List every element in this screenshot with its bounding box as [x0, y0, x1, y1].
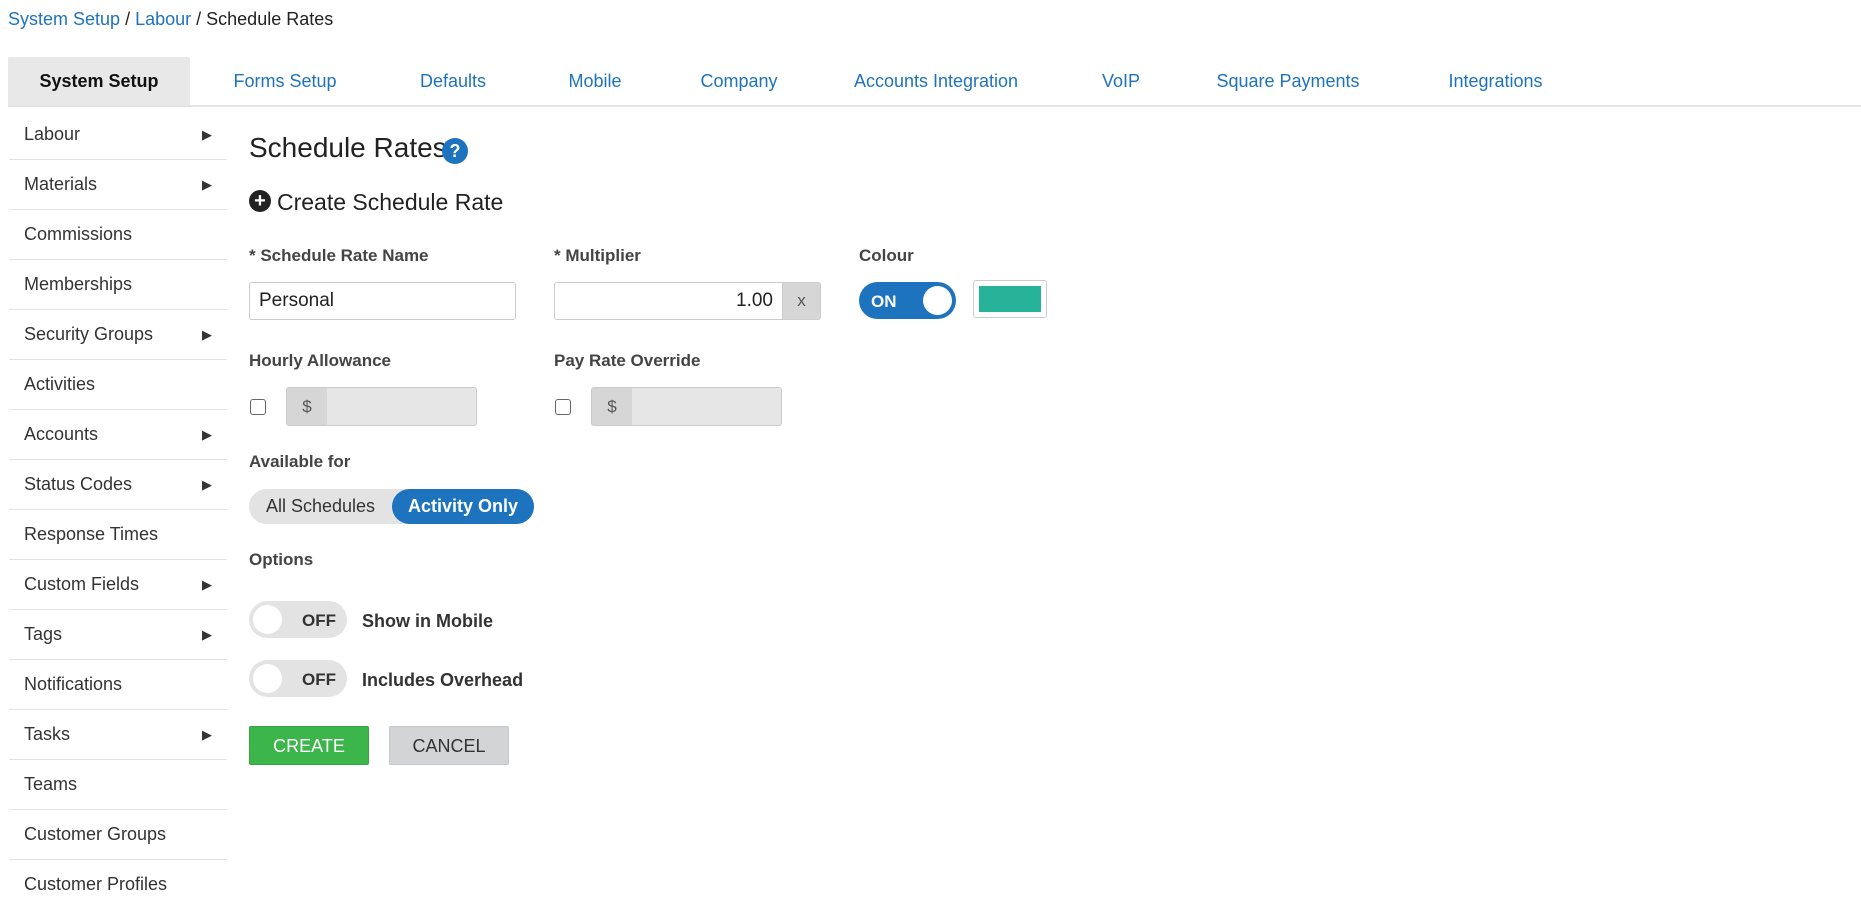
sidebar-item-customer-groups[interactable]: Customer Groups — [9, 810, 227, 860]
breadcrumb-current: Schedule Rates — [206, 9, 334, 29]
sidebar-item-memberships[interactable]: Memberships — [9, 260, 227, 310]
breadcrumb: System Setup / Labour / Schedule Rates — [8, 9, 333, 30]
sidebar-item-label: Accounts — [24, 424, 99, 444]
plus-circle-icon[interactable]: + — [249, 190, 271, 212]
sidebar-item-commissions[interactable]: Commissions — [9, 210, 227, 260]
tab-company[interactable]: Company — [690, 57, 788, 105]
tab-accounts-integration[interactable]: Accounts Integration — [846, 57, 1026, 105]
toggle-knob — [253, 664, 282, 693]
sidebar-item-label: Customer Profiles — [24, 874, 168, 894]
caret-right-icon: ▶ — [202, 477, 212, 492]
toggle-knob — [253, 605, 282, 634]
sidebar-item-label: Customer Groups — [24, 824, 167, 844]
option-all-schedules[interactable]: All Schedules — [249, 489, 392, 524]
colour-picker[interactable] — [973, 280, 1047, 318]
tab-system-setup[interactable]: System Setup — [8, 57, 190, 105]
show-in-mobile-label: Show in Mobile — [362, 611, 493, 631]
sidebar-item-label: Labour — [24, 124, 81, 144]
tab-defaults[interactable]: Defaults — [409, 57, 497, 105]
sidebar-item-status-codes[interactable]: Status Codes ▶ — [9, 460, 227, 510]
sidebar-item-teams[interactable]: Teams — [9, 760, 227, 810]
schedule-rate-name-label: * Schedule Rate Name — [249, 246, 429, 265]
breadcrumb-separator: / — [196, 9, 202, 29]
caret-right-icon: ▶ — [202, 627, 212, 642]
sidebar-item-label: Security Groups — [24, 324, 154, 344]
sidebar-item-label: Tasks — [24, 724, 71, 744]
hourly-allowance-label: Hourly Allowance — [249, 351, 392, 370]
colour-swatch — [979, 286, 1041, 312]
show-in-mobile-toggle[interactable]: OFF — [249, 601, 347, 638]
multiplier-addon: x — [782, 282, 821, 320]
sidebar: Labour ▶ Materials ▶ Commissions Membershi… — [9, 110, 227, 909]
sidebar-item-accounts[interactable]: Accounts ▶ — [9, 410, 227, 460]
sidebar-item-label: Custom Fields — [24, 574, 140, 594]
caret-right-icon: ▶ — [202, 427, 212, 442]
sidebar-item-activities[interactable]: Activities — [9, 360, 227, 410]
cancel-button[interactable]: CANCEL — [389, 726, 509, 765]
includes-overhead-label: Includes Overhead — [362, 670, 524, 690]
pay-rate-override-input — [632, 387, 782, 426]
toggle-knob — [923, 286, 952, 315]
available-for-label: Available for — [249, 452, 351, 471]
sidebar-item-custom-fields[interactable]: Custom Fields ▶ — [9, 560, 227, 610]
create-schedule-rate-heading[interactable]: Create Schedule Rate — [277, 189, 503, 216]
colour-toggle[interactable]: ON — [859, 282, 956, 319]
sidebar-item-materials[interactable]: Materials ▶ — [9, 160, 227, 210]
help-icon[interactable]: ? — [442, 138, 468, 164]
dollar-addon: $ — [286, 387, 328, 426]
toggle-state-label: ON — [871, 292, 897, 311]
tab-mobile[interactable]: Mobile — [555, 57, 635, 105]
available-for-segmented-control: All Schedules Activity Only — [249, 489, 534, 524]
sidebar-item-label: Teams — [24, 774, 78, 794]
schedule-rate-name-input[interactable] — [249, 282, 516, 320]
top-tabs: System Setup Forms Setup Defaults Mobile… — [8, 57, 1861, 107]
tab-square-payments[interactable]: Square Payments — [1208, 57, 1368, 105]
option-activity-only[interactable]: Activity Only — [392, 489, 534, 524]
caret-right-icon: ▶ — [202, 577, 212, 592]
multiplier-label: * Multiplier — [554, 246, 641, 265]
caret-right-icon: ▶ — [202, 327, 212, 342]
toggle-state-label: OFF — [302, 611, 336, 630]
sidebar-item-security-groups[interactable]: Security Groups ▶ — [9, 310, 227, 360]
sidebar-item-label: Activities — [24, 374, 96, 394]
sidebar-item-labour[interactable]: Labour ▶ — [9, 110, 227, 160]
caret-right-icon: ▶ — [202, 727, 212, 742]
sidebar-item-label: Commissions — [24, 224, 133, 244]
create-button[interactable]: CREATE — [249, 726, 369, 765]
caret-right-icon: ▶ — [202, 127, 212, 142]
tab-forms-setup[interactable]: Forms Setup — [220, 57, 350, 105]
sidebar-item-label: Status Codes — [24, 474, 133, 494]
sidebar-item-label: Materials — [24, 174, 98, 194]
caret-right-icon: ▶ — [202, 177, 212, 192]
sidebar-item-customer-profiles[interactable]: Customer Profiles — [9, 860, 227, 909]
toggle-state-label: OFF — [302, 670, 336, 689]
breadcrumb-system-setup[interactable]: System Setup — [8, 9, 120, 29]
colour-label: Colour — [859, 246, 914, 265]
dollar-addon: $ — [591, 387, 633, 426]
sidebar-item-response-times[interactable]: Response Times — [9, 510, 227, 560]
breadcrumb-separator: / — [125, 9, 131, 29]
includes-overhead-toggle[interactable]: OFF — [249, 660, 347, 697]
pay-rate-override-label: Pay Rate Override — [554, 351, 701, 370]
sidebar-item-tasks[interactable]: Tasks ▶ — [9, 710, 227, 760]
pay-rate-override-checkbox[interactable] — [555, 399, 571, 415]
tab-voip[interactable]: VoIP — [1091, 57, 1151, 105]
sidebar-item-label: Tags — [24, 624, 63, 644]
sidebar-item-label: Memberships — [24, 274, 133, 294]
sidebar-item-label: Response Times — [24, 524, 159, 544]
breadcrumb-labour[interactable]: Labour — [135, 9, 191, 29]
tab-integrations[interactable]: Integrations — [1428, 57, 1563, 105]
sidebar-item-label: Notifications — [24, 674, 123, 694]
multiplier-input[interactable] — [554, 282, 783, 320]
sidebar-item-tags[interactable]: Tags ▶ — [9, 610, 227, 660]
hourly-allowance-input — [327, 387, 477, 426]
page-title: Schedule Rates — [249, 132, 447, 163]
hourly-allowance-checkbox[interactable] — [250, 399, 266, 415]
sidebar-item-notifications[interactable]: Notifications — [9, 660, 227, 710]
options-label: Options — [249, 550, 314, 569]
